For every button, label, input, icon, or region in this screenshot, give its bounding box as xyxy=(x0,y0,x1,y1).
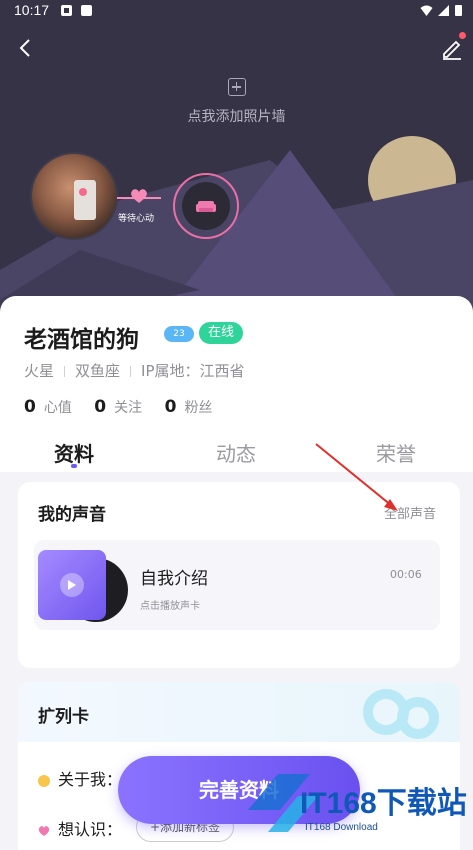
heart-icon xyxy=(131,189,147,203)
meta-planet: 火星 xyxy=(24,362,55,380)
couple-seat-inner xyxy=(182,182,230,230)
avatar-phone xyxy=(74,180,96,220)
play-icon xyxy=(60,573,84,597)
stat-label: 心值 xyxy=(43,400,72,416)
watermark-sub: IT168 Download xyxy=(305,822,378,833)
battery-icon xyxy=(455,5,462,16)
stat-label: 粉丝 xyxy=(184,400,213,416)
meta-zodiac: 双鱼座 xyxy=(75,362,121,380)
heart-small-icon xyxy=(38,825,50,836)
tab-honors[interactable]: 荣誉 xyxy=(376,438,416,467)
back-icon[interactable] xyxy=(14,36,38,60)
want-to-know-label: 想认识： xyxy=(58,820,123,839)
stat-heart-value[interactable]: 0 心值 xyxy=(24,397,72,417)
edit-badge-dot xyxy=(459,32,466,39)
profile-stats: 0 心值 0 关注 0 粉丝 xyxy=(24,397,230,417)
watermark-brand: IT168下载站 xyxy=(300,787,467,820)
tab-moments[interactable]: 动态 xyxy=(216,438,256,467)
level-badge: 23 xyxy=(164,326,194,342)
app-icon xyxy=(81,5,92,16)
voice-cover[interactable] xyxy=(38,550,106,620)
stat-value: 0 xyxy=(94,397,107,417)
about-me-row[interactable]: 关于我： xyxy=(38,766,122,790)
nickname: 老酒馆的狗 xyxy=(24,327,139,353)
voice-item-hint: 点击播放声卡 xyxy=(140,601,200,612)
signal-icon xyxy=(438,5,449,16)
wifi-icon xyxy=(420,5,433,16)
want-to-know-row: 想认识： xyxy=(38,816,122,840)
smile-icon xyxy=(38,774,50,787)
sofa-icon xyxy=(196,201,216,212)
stat-followers[interactable]: 0 粉丝 xyxy=(164,397,213,417)
add-photo-label: 点我添加照片墙 xyxy=(187,109,286,125)
status-time: 10:17 xyxy=(14,2,50,18)
voice-section-title: 我的声音 xyxy=(38,505,106,525)
status-bar: 10:17 xyxy=(0,0,473,22)
voice-item-duration: 00:06 xyxy=(390,568,422,581)
stat-label: 关注 xyxy=(114,400,143,416)
meta-separator xyxy=(64,366,66,377)
decorative-rings-icon xyxy=(363,689,439,739)
voice-item-name: 自我介绍 xyxy=(140,569,208,589)
meta-ip-location: IP属地：江西省 xyxy=(141,362,245,380)
about-me-label: 关于我： xyxy=(58,770,123,789)
couple-seat-button[interactable] xyxy=(173,173,239,239)
waiting-heartbeat-label: 等待心动 xyxy=(118,214,155,224)
expand-card-title: 扩列卡 xyxy=(38,707,89,727)
meta-separator xyxy=(130,366,132,377)
add-icon xyxy=(227,78,246,96)
profile-meta: 火星 双鱼座 IP属地：江西省 xyxy=(24,360,245,381)
stat-value: 0 xyxy=(24,397,36,417)
online-badge: 在线 xyxy=(199,322,243,344)
tab-indicator xyxy=(71,464,77,468)
avatar[interactable] xyxy=(30,152,118,240)
stat-following[interactable]: 0 关注 xyxy=(94,397,143,417)
stat-value: 0 xyxy=(164,397,177,417)
notification-icon xyxy=(61,5,72,16)
tab-profile-info[interactable]: 资料 xyxy=(54,438,94,467)
add-photo-wall[interactable]: 点我添加照片墙 xyxy=(0,78,473,126)
all-voices-link[interactable]: 全部声音 xyxy=(384,503,436,522)
